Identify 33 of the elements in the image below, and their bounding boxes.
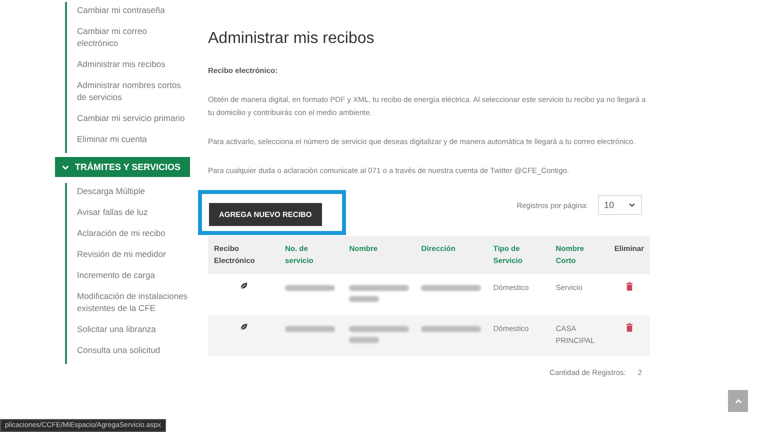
page-size-select[interactable]: 10 (598, 195, 642, 215)
section-header[interactable]: TRÁMITES Y SERVICIOS (55, 157, 190, 177)
sidebar-link[interactable]: Administrar nombres cortos de servicios (77, 79, 190, 103)
page-title: Administrar mis recibos (208, 30, 376, 48)
sidebar-link[interactable]: Cambiar mi servicio primario (77, 112, 190, 124)
sidebar-link[interactable]: Aclaración de mi recibo (77, 227, 190, 239)
sidebar-link[interactable]: Cambiar mi correo electrónico (77, 25, 190, 49)
sidebar-link[interactable]: Avisar fallas de luz (77, 206, 190, 218)
redacted-text (285, 326, 336, 332)
chevron-down-icon (61, 162, 70, 172)
redacted-text (349, 285, 410, 291)
leaf-icon[interactable] (240, 282, 248, 290)
trash-icon[interactable] (626, 282, 633, 291)
sidebar-link[interactable]: Consulta una solicitud (77, 344, 190, 356)
sidebar-link[interactable]: Descarga Múltiple (77, 185, 190, 197)
redacted-text (285, 285, 336, 291)
redacted-text (349, 326, 410, 332)
sidebar-link[interactable]: Cambiar mi contraseña (77, 4, 190, 16)
sidebar-link[interactable]: Incremento de carga (77, 269, 190, 281)
redacted-text (349, 337, 380, 343)
redacted-text (349, 296, 380, 302)
trash-icon[interactable] (626, 323, 633, 332)
leaf-icon[interactable] (240, 323, 248, 331)
sidebar-link[interactable]: Solicitar una libranza (77, 323, 190, 335)
sidebar-link[interactable]: Modificación de instalaciones existentes de la CFE (77, 290, 190, 314)
sidebar-link[interactable]: Revisión de mi medidor (77, 248, 190, 260)
caret-down-icon (628, 201, 636, 209)
redacted-text (421, 285, 482, 291)
sidebar-link[interactable]: Eliminar mi cuenta (77, 133, 190, 145)
section-title: TRÁMITES Y SERVICIOS (75, 162, 181, 172)
sidebar-link[interactable]: Administrar mis recibos (77, 58, 190, 70)
redacted-text (421, 326, 482, 332)
chevron-up-icon (734, 396, 742, 406)
